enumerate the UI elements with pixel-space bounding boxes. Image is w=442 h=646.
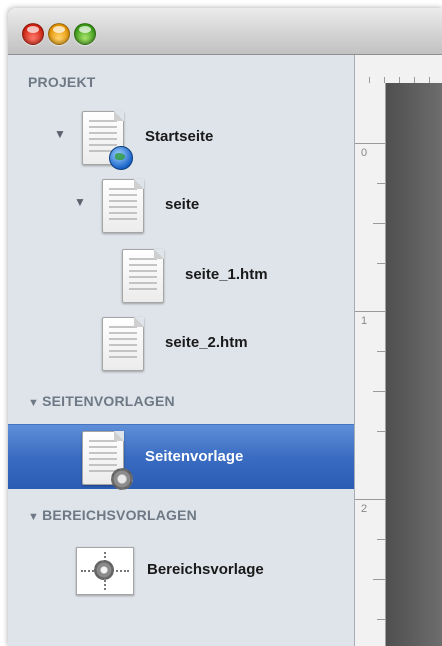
sidebar-item-label: seite_1.htm [185, 266, 268, 283]
sidebar-item-seite-2[interactable]: seite_2.htm [8, 311, 354, 375]
sidebar-item-label: Startseite [145, 128, 214, 145]
page-gear-icon [82, 431, 133, 490]
ruler-mark: 0 [361, 147, 368, 159]
disclosure-triangle-icon[interactable]: ▼ [74, 195, 86, 209]
page-icon [122, 249, 164, 303]
project-sidebar: PROJEKT ▼ Startseite ▼ seite seite_1.htm [8, 55, 355, 646]
sidebar-item-bereichsvorlage[interactable]: Bereichsvorlage [8, 538, 354, 602]
sidebar-item-label: seite_2.htm [165, 334, 248, 351]
minimize-window-button[interactable] [48, 23, 70, 45]
close-window-button[interactable] [22, 23, 44, 45]
section-label: BEREICHSVORLAGEN [42, 507, 197, 523]
page-preview-area[interactable] [386, 83, 442, 646]
gear-icon [94, 560, 114, 580]
disclosure-triangle-icon[interactable]: ▼ [54, 127, 66, 141]
ruler-mark: 2 [361, 503, 368, 515]
page-icon [102, 317, 144, 371]
vertical-ruler: 0 1 2 [355, 83, 386, 646]
section-header-seitenvorlagen[interactable]: ▼ SEITENVORLAGEN [28, 391, 175, 411]
sidebar-item-label: Bereichsvorlage [147, 561, 264, 578]
sidebar-item-label: Seitenvorlage [145, 448, 244, 465]
section-label: PROJEKT [28, 74, 96, 90]
zoom-window-button[interactable] [74, 23, 96, 45]
globe-icon [109, 146, 133, 170]
disclosure-triangle-icon[interactable]: ▼ [28, 397, 39, 409]
section-header-bereichsvorlagen[interactable]: ▼ BEREICHSVORLAGEN [28, 505, 197, 525]
section-header-projekt: PROJEKT [28, 72, 96, 92]
page-icon [102, 179, 144, 233]
sidebar-item-startseite[interactable]: ▼ Startseite [8, 105, 354, 170]
section-label: SEITENVORLAGEN [42, 393, 175, 409]
sidebar-item-seitenvorlage[interactable]: Seitenvorlage [8, 424, 354, 490]
ruler-mark: 1 [361, 315, 368, 327]
sidebar-item-label: seite [165, 196, 200, 213]
horizontal-ruler [355, 55, 442, 84]
sidebar-item-seite[interactable]: ▼ seite [8, 173, 354, 237]
editor-canvas[interactable]: 0 1 2 [355, 55, 442, 646]
gear-icon [111, 468, 133, 490]
title-bar [8, 8, 442, 55]
app-window: PROJEKT ▼ Startseite ▼ seite seite_1.htm [8, 8, 442, 646]
disclosure-triangle-icon[interactable]: ▼ [28, 511, 39, 523]
sidebar-item-seite-1[interactable]: seite_1.htm [8, 243, 354, 307]
page-globe-icon [82, 111, 133, 170]
area-gear-icon [76, 547, 134, 595]
